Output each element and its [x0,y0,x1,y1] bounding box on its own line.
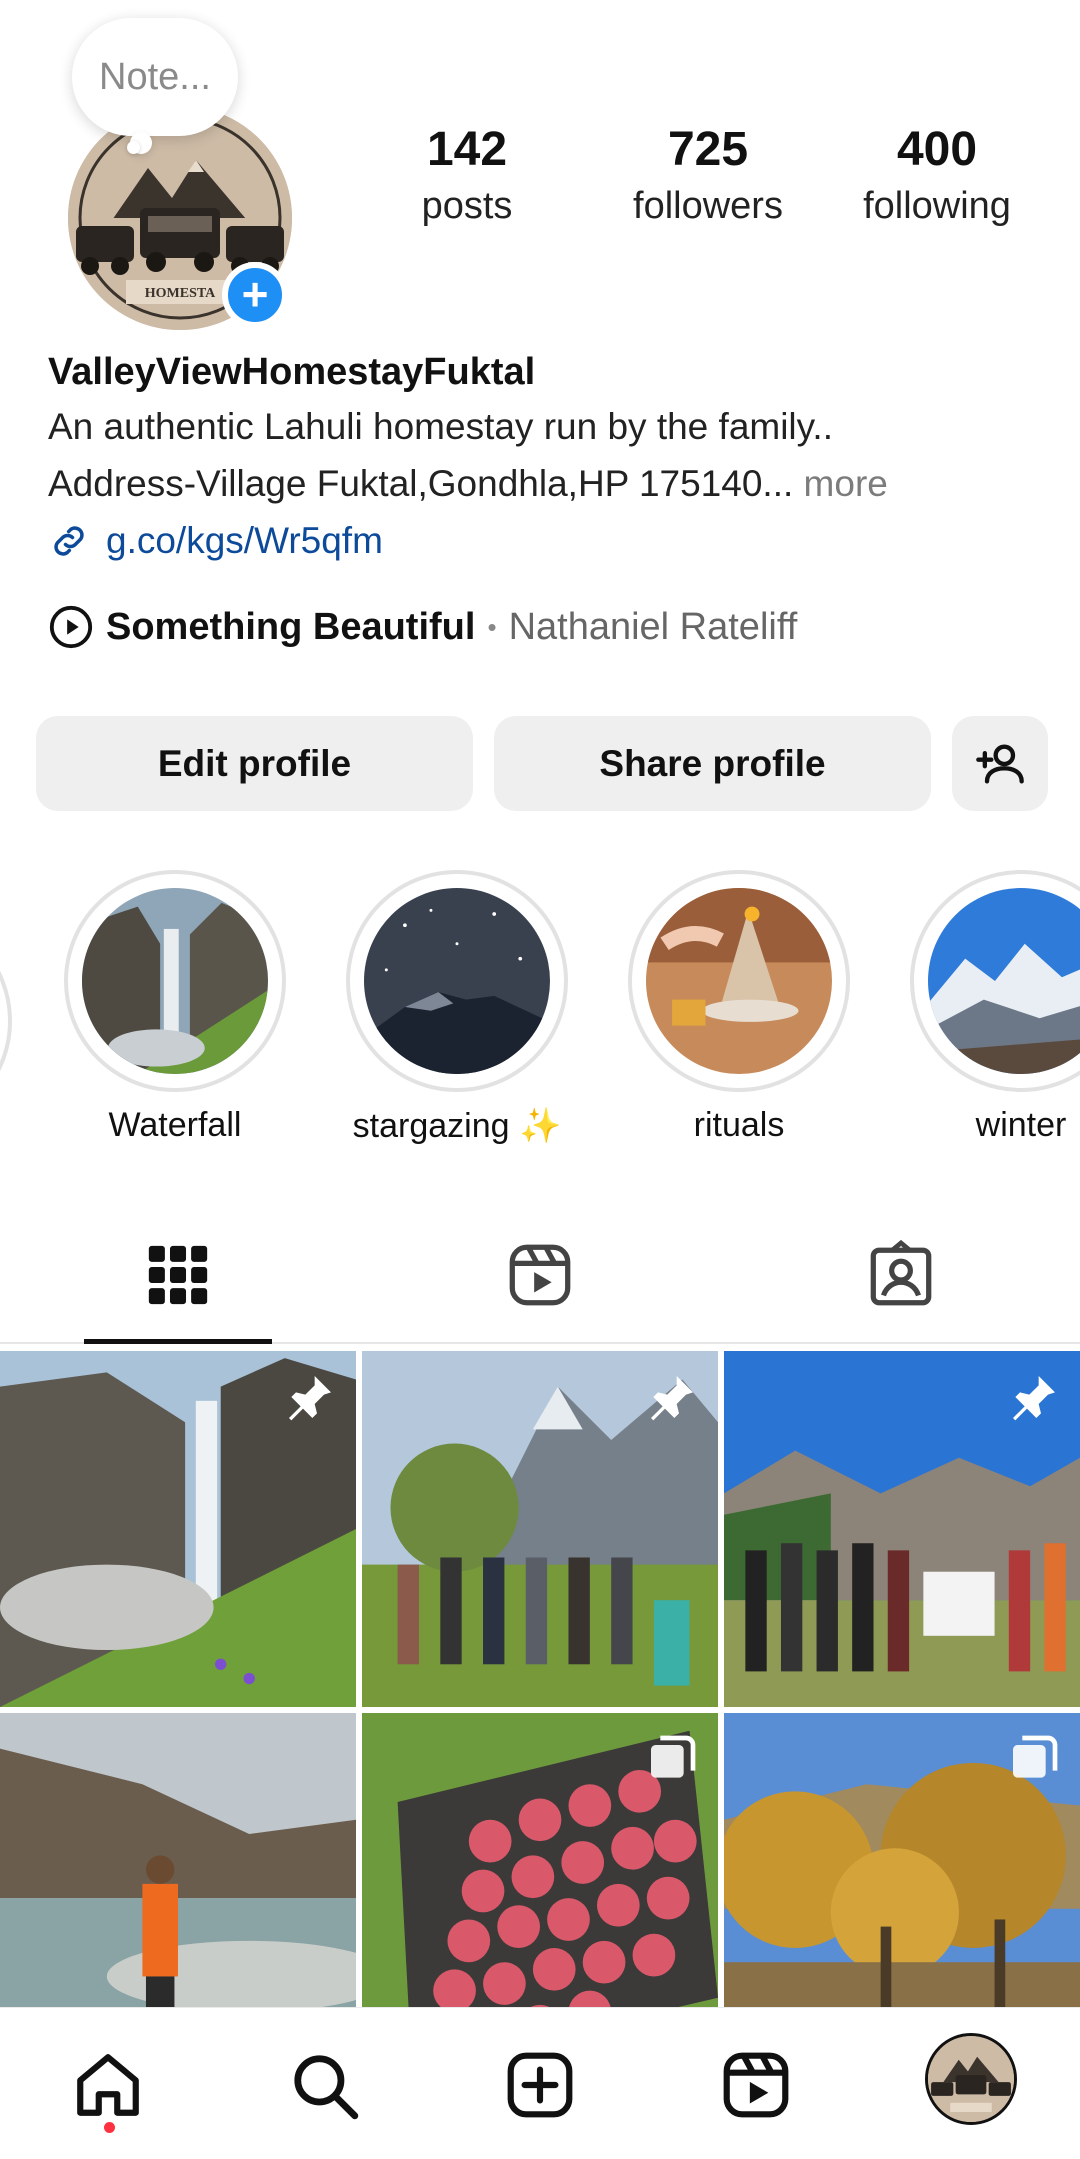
following-stat[interactable]: 400 following [844,120,1030,232]
reels-icon [509,1244,571,1306]
posts-stat[interactable]: 142 posts [400,120,534,232]
highlight-stargazing[interactable]: stargazing ✨ [346,870,568,1146]
nav-search[interactable] [287,2048,361,2122]
followers-count: 725 [667,123,749,176]
nav-profile-avatar[interactable] [925,2033,1017,2125]
bio-external-link[interactable]: g.co/kgs/Wr5qfm [48,512,1048,570]
tab-posts-grid[interactable] [143,1240,213,1310]
highlight-label: Waterfall [108,1106,242,1144]
create-icon [507,2052,573,2118]
highlight-label: rituals [693,1106,785,1144]
post-image-river [0,1713,356,2007]
followers-stat[interactable]: 725 followers [608,120,808,232]
pin-icon [644,1369,700,1425]
search-icon [294,2055,359,2120]
posts-grid [0,1351,1080,2007]
post-thumbnail[interactable] [724,1351,1080,1707]
pin-icon [1006,1369,1062,1425]
note-bubble[interactable]: Note... [72,18,238,154]
profile-bio: ValleyViewHomestayFuktal An authentic La… [48,346,1048,570]
posts-count: 142 [426,123,508,176]
play-circle-icon [49,605,93,649]
music-separator: • [487,611,497,642]
edit-profile-button[interactable]: Edit profile [36,716,473,811]
discover-people-button[interactable] [952,716,1048,811]
highlight-waterfall-image [82,888,268,1074]
profile-music[interactable]: Something Beautiful • Nathaniel Rateliff [48,604,797,650]
reels-icon [723,2052,789,2118]
add-story-button[interactable]: + [222,262,288,328]
following-count: 400 [896,123,978,176]
home-notification-dot [104,2122,115,2133]
profile-stats: 142 posts 725 followers 400 following [400,120,1040,232]
add-person-icon [976,744,1024,783]
profile-actions: Edit profile Share profile [36,716,1048,811]
multiple-photos-icon [1006,1731,1062,1787]
highlight-waterfall[interactable]: Waterfall [64,870,286,1145]
highlight-rituals[interactable]: rituals [628,870,850,1145]
nav-create[interactable] [503,2048,577,2122]
pin-icon [282,1369,338,1425]
music-song-title: Something Beautiful [106,605,476,648]
highlight-winter[interactable]: winter [910,870,1080,1145]
highlight-stargazing-image [364,888,550,1074]
link-icon [54,526,84,556]
home-icon [77,2054,139,2116]
bio-more-link[interactable]: more [804,463,888,504]
post-thumbnail[interactable] [0,1351,356,1707]
highlight-label: winter [975,1106,1067,1144]
posts-label: posts [421,185,513,227]
homestay-logo-small [928,2036,1014,2122]
share-profile-button[interactable]: Share profile [494,716,931,811]
highlight-winter-image [928,888,1080,1074]
nav-home[interactable] [71,2048,145,2122]
highlight-rituals-image [646,888,832,1074]
grid-icon [148,1245,208,1305]
bio-line-1: An authentic Lahuli homestay run by the … [48,406,833,447]
post-thumbnail[interactable] [724,1713,1080,2007]
profile-tabs [0,1218,1080,1344]
svg-text:HOMESTA: HOMESTA [145,286,216,301]
note-placeholder: Note... [99,55,211,98]
following-label: following [863,185,1011,227]
active-tab-indicator [84,1339,272,1344]
bio-link-text: g.co/kgs/Wr5qfm [106,520,383,561]
bottom-navigation [0,2007,1080,2159]
post-thumbnail[interactable] [362,1713,718,2007]
highlight-partial[interactable] [0,910,12,1132]
followers-label: followers [633,185,783,227]
tab-reels[interactable] [505,1240,575,1310]
bio-line-2: Address-Village Fuktal,Gondhla,HP 175140… [48,455,1048,512]
post-thumbnail[interactable] [362,1351,718,1707]
bio-line-2-text: Address-Village Fuktal,Gondhla,HP 175140… [48,463,794,504]
story-highlights: Waterfall stargazing ✨ rituals winter [0,870,1080,1160]
nav-reels[interactable] [719,2048,793,2122]
highlight-label: stargazing ✨ [352,1107,562,1145]
tab-tagged[interactable] [866,1239,936,1310]
tagged-icon [870,1239,932,1306]
profile-username: ValleyViewHomestayFuktal [48,351,536,393]
note-bubble-tail [127,141,140,154]
multiple-photos-icon [644,1731,700,1787]
post-thumbnail[interactable] [0,1713,356,2007]
music-artist: Nathaniel Rateliff [508,605,798,648]
